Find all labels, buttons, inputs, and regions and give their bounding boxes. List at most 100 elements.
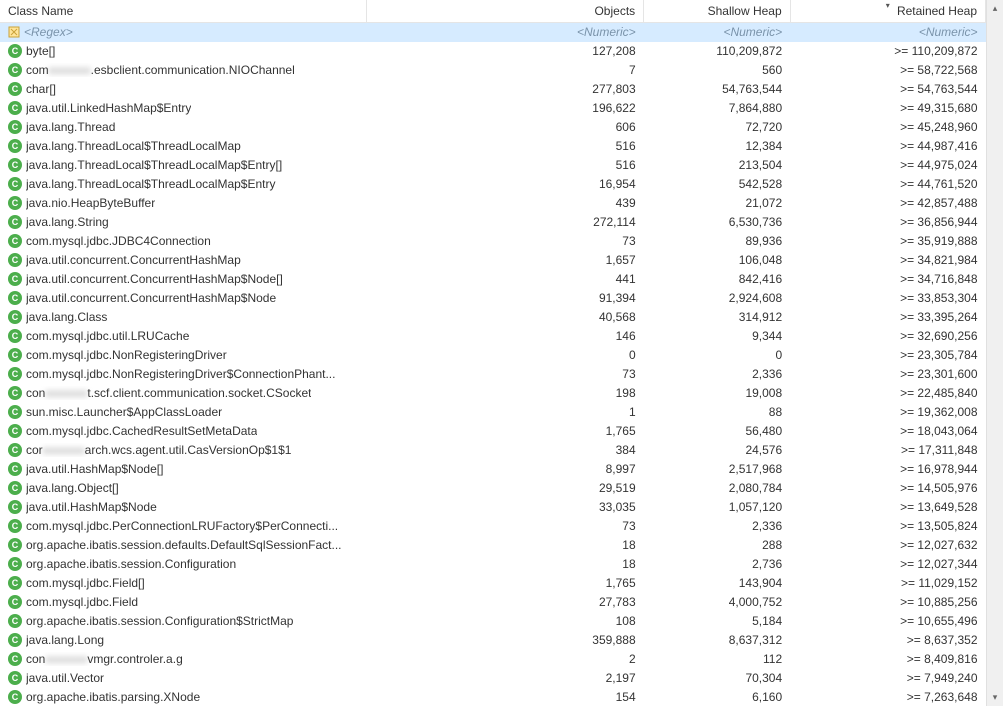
retained-filter-input[interactable]: <Numeric> [790, 23, 985, 42]
class-name-text: java.util.HashMap$Node[] [26, 462, 163, 476]
objects-cell: 277,803 [366, 80, 643, 99]
table-row[interactable]: Ccom.mysql.jdbc.JDBC4Connection7389,936>… [0, 232, 986, 251]
shallow-heap-cell: 560 [644, 61, 790, 80]
objects-cell: 2,197 [366, 669, 643, 688]
table-row[interactable]: Corg.apache.ibatis.session.Configuration… [0, 555, 986, 574]
table-row[interactable]: Ccom.mysql.jdbc.CachedResultSetMetaData1… [0, 422, 986, 441]
table-row[interactable]: Cjava.util.concurrent.ConcurrentHashMap$… [0, 289, 986, 308]
table-row[interactable]: Ccom.mysql.jdbc.Field27,7834,000,752>= 1… [0, 593, 986, 612]
shallow-heap-cell: 112 [644, 650, 790, 669]
objects-cell: 516 [366, 156, 643, 175]
table-row[interactable]: Ccom.mysql.jdbc.PerConnectionLRUFactory$… [0, 517, 986, 536]
retained-heap-cell: >= 44,761,520 [790, 175, 985, 194]
shallow-heap-cell: 0 [644, 346, 790, 365]
vertical-scrollbar[interactable]: ▴ ▾ [986, 0, 1003, 706]
class-name-text: org.apache.ibatis.session.Configuration$… [26, 614, 293, 628]
table-row[interactable]: Cchar[]277,80354,763,544>= 54,763,544 [0, 80, 986, 99]
class-name-text: corxxxxxxxarch.wcs.agent.util.CasVersion… [26, 443, 291, 457]
table-row[interactable]: Cjava.util.concurrent.ConcurrentHashMap1… [0, 251, 986, 270]
shallow-heap-cell: 542,528 [644, 175, 790, 194]
shallow-filter-input[interactable]: <Numeric> [644, 23, 790, 42]
table-row[interactable]: Ccom.mysql.jdbc.util.LRUCache1469,344>= … [0, 327, 986, 346]
table-row[interactable]: Corg.apache.ibatis.session.defaults.Defa… [0, 536, 986, 555]
table-row[interactable]: Cjava.util.HashMap$Node33,0351,057,120>=… [0, 498, 986, 517]
class-icon: C [8, 614, 22, 628]
table-row[interactable]: Cconxxxxxxxt.scf.client.communication.so… [0, 384, 986, 403]
class-icon: C [8, 500, 22, 514]
class-icon: C [8, 310, 22, 324]
table-row[interactable]: Corg.apache.ibatis.session.Configuration… [0, 612, 986, 631]
table-row[interactable]: Cjava.lang.Object[]29,5192,080,784>= 14,… [0, 479, 986, 498]
shallow-heap-cell: 88 [644, 403, 790, 422]
table-row[interactable]: Cjava.nio.HeapByteBuffer43921,072>= 42,8… [0, 194, 986, 213]
column-header-objects[interactable]: Objects [366, 0, 643, 23]
class-name-text: java.util.concurrent.ConcurrentHashMap [26, 253, 241, 267]
shallow-heap-cell: 12,384 [644, 137, 790, 156]
table-row[interactable]: Ccomxxxxxxx.esbclient.communication.NIOC… [0, 61, 986, 80]
class-icon: C [8, 519, 22, 533]
objects-cell: 7 [366, 61, 643, 80]
table-row[interactable]: Cjava.util.HashMap$Node[]8,9972,517,968>… [0, 460, 986, 479]
class-icon: C [8, 253, 22, 267]
table-row[interactable]: Cbyte[]127,208110,209,872>= 110,209,872 [0, 42, 986, 61]
class-icon: C [8, 443, 22, 457]
table-row[interactable]: Cjava.lang.ThreadLocal$ThreadLocalMap516… [0, 137, 986, 156]
objects-cell: 73 [366, 232, 643, 251]
objects-cell: 40,568 [366, 308, 643, 327]
redacted-text: xxxxxxx [45, 652, 87, 666]
retained-heap-cell: >= 8,409,816 [790, 650, 985, 669]
shallow-heap-cell: 4,000,752 [644, 593, 790, 612]
table-row[interactable]: Cjava.lang.ThreadLocal$ThreadLocalMap$En… [0, 175, 986, 194]
class-name-text: conxxxxxxxt.scf.client.communication.soc… [26, 386, 311, 400]
class-name-text: org.apache.ibatis.session.Configuration [26, 557, 236, 571]
class-name-text: conxxxxxxxvmgr.controler.a.g [26, 652, 183, 666]
table-row[interactable]: Cjava.lang.String272,1146,530,736>= 36,8… [0, 213, 986, 232]
objects-filter-input[interactable]: <Numeric> [366, 23, 643, 42]
objects-cell: 2 [366, 650, 643, 669]
class-icon: C [8, 367, 22, 381]
class-name-text: java.lang.Object[] [26, 481, 119, 495]
histogram-table: Class Name Objects Shallow Heap ▾ Retain… [0, 0, 986, 706]
table-row[interactable]: Ccorxxxxxxxarch.wcs.agent.util.CasVersio… [0, 441, 986, 460]
retained-heap-cell: >= 33,853,304 [790, 289, 985, 308]
regex-filter-input[interactable]: <Regex> [24, 25, 73, 39]
class-name-text: java.lang.String [26, 215, 109, 229]
shallow-heap-cell: 6,160 [644, 688, 790, 706]
shallow-heap-cell: 2,336 [644, 517, 790, 536]
class-icon: C [8, 120, 22, 134]
class-icon: C [8, 44, 22, 58]
retained-heap-cell: >= 110,209,872 [790, 42, 985, 61]
table-row[interactable]: Cjava.lang.Class40,568314,912>= 33,395,2… [0, 308, 986, 327]
retained-heap-cell: >= 23,305,784 [790, 346, 985, 365]
class-icon: C [8, 576, 22, 590]
class-icon: C [8, 234, 22, 248]
table-row[interactable]: Cjava.util.concurrent.ConcurrentHashMap$… [0, 270, 986, 289]
table-row[interactable]: Corg.apache.ibatis.parsing.XNode1546,160… [0, 688, 986, 706]
class-name-text: com.mysql.jdbc.PerConnectionLRUFactory$P… [26, 519, 338, 533]
table-row[interactable]: Ccom.mysql.jdbc.NonRegisteringDriver00>=… [0, 346, 986, 365]
objects-cell: 196,622 [366, 99, 643, 118]
retained-heap-cell: >= 42,857,488 [790, 194, 985, 213]
table-row[interactable]: Cconxxxxxxxvmgr.controler.a.g2112>= 8,40… [0, 650, 986, 669]
class-name-text: comxxxxxxx.esbclient.communication.NIOCh… [26, 63, 295, 77]
objects-cell: 0 [366, 346, 643, 365]
table-row[interactable]: Cjava.util.LinkedHashMap$Entry196,6227,8… [0, 99, 986, 118]
column-header-shallow-heap[interactable]: Shallow Heap [644, 0, 790, 23]
table-row[interactable]: Cjava.lang.Long359,8888,637,312>= 8,637,… [0, 631, 986, 650]
class-icon: C [8, 690, 22, 704]
filter-row[interactable]: <Regex> <Numeric> <Numeric> <Numeric> [0, 23, 986, 42]
scroll-down-icon[interactable]: ▾ [987, 689, 1003, 706]
column-header-retained-heap[interactable]: ▾ Retained Heap [790, 0, 985, 23]
scroll-up-icon[interactable]: ▴ [987, 0, 1003, 17]
table-row[interactable]: Cjava.lang.ThreadLocal$ThreadLocalMap$En… [0, 156, 986, 175]
table-row[interactable]: Ccom.mysql.jdbc.Field[]1,765143,904>= 11… [0, 574, 986, 593]
table-row[interactable]: Cjava.util.Vector2,19770,304>= 7,949,240 [0, 669, 986, 688]
table-row[interactable]: Ccom.mysql.jdbc.NonRegisteringDriver$Con… [0, 365, 986, 384]
shallow-heap-cell: 70,304 [644, 669, 790, 688]
column-header-class-name[interactable]: Class Name [0, 0, 366, 23]
table-row[interactable]: Csun.misc.Launcher$AppClassLoader188>= 1… [0, 403, 986, 422]
table-row[interactable]: Cjava.lang.Thread60672,720>= 45,248,960 [0, 118, 986, 137]
shallow-heap-cell: 89,936 [644, 232, 790, 251]
class-name-text: com.mysql.jdbc.NonRegisteringDriver$Conn… [26, 367, 335, 381]
retained-heap-cell: >= 12,027,632 [790, 536, 985, 555]
